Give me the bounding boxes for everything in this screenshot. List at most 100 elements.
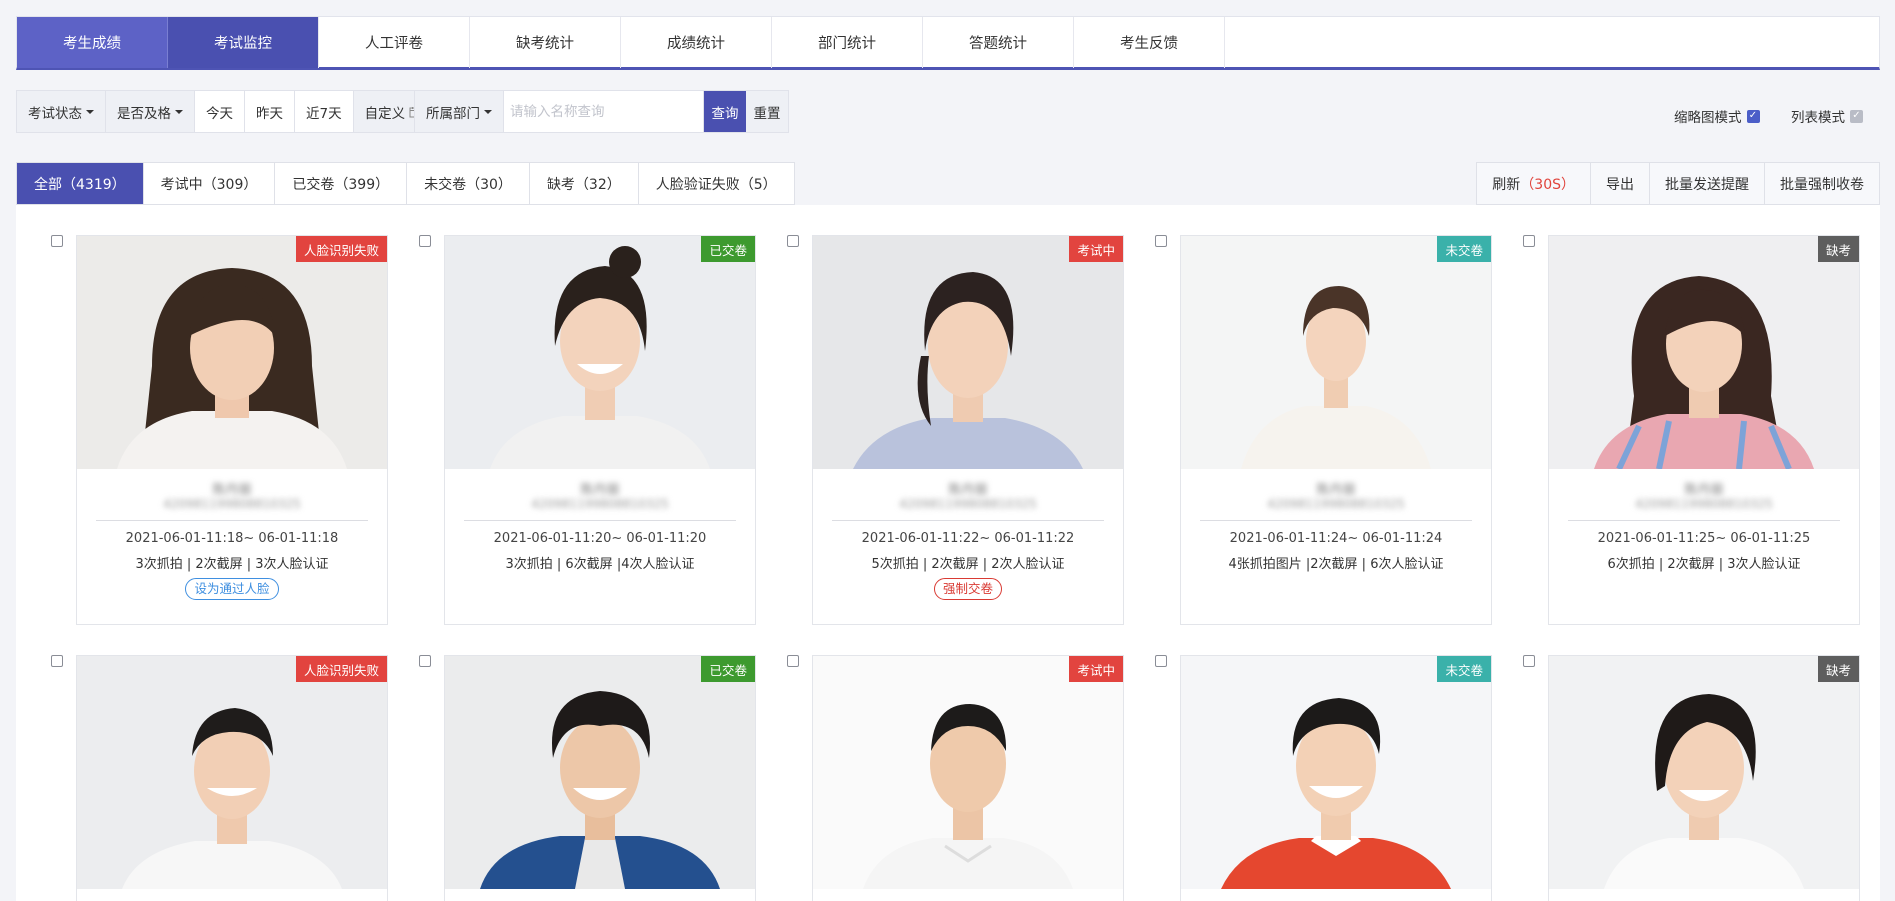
caret-down-icon (484, 109, 492, 114)
status-tab-face-failed[interactable]: 人脸验证失败（5） (639, 163, 794, 204)
status-badge: 已交卷 (701, 236, 755, 262)
tab-student-scores[interactable]: 考生成绩 (17, 17, 168, 68)
caret-down-icon (175, 109, 183, 114)
approve-face-button[interactable]: 设为通过人脸 (185, 578, 279, 600)
student-id: 420981199808810325 (1267, 497, 1405, 511)
student-name: 陈丹丽 (948, 483, 988, 498)
student-photo: 已交卷 (445, 236, 755, 469)
tab-absence-stats[interactable]: 缺考统计 (470, 17, 621, 68)
card-checkbox[interactable] (1523, 235, 1535, 247)
yesterday-button[interactable]: 昨天 (245, 91, 295, 132)
student-card[interactable]: 缺考 陈丹丽 420981199808810325 2021-06-01-11:… (1548, 235, 1860, 625)
checkbox-checked-icon: ✓ (1746, 109, 1760, 123)
department-label: 所属部门 (426, 105, 480, 122)
pass-label: 是否及格 (117, 105, 171, 122)
student-id: 420981199808810325 (531, 497, 669, 511)
custom-date-label: 自定义 (364, 105, 406, 122)
divider (1200, 520, 1472, 521)
student-card[interactable]: 已交卷 陈丹丽 420981199808810325 2021-06-01-11… (444, 235, 756, 625)
exam-time: 2021-06-01-11:20~ 06-01-11:20 (493, 531, 707, 546)
list-mode-label: 列表模式 (1791, 110, 1845, 126)
monitor-stats: 5次抓拍 | 2次截屏 | 2次人脸认证 (871, 557, 1065, 572)
student-card[interactable]: 考试中 (812, 655, 1124, 901)
export-button[interactable]: 导出 (1591, 163, 1650, 204)
tab-answer-stats[interactable]: 答题统计 (923, 17, 1074, 68)
student-card[interactable]: 人脸识别失败 (76, 655, 388, 901)
reset-button[interactable]: 重置 (746, 91, 788, 132)
refresh-label: 刷新 (1492, 176, 1521, 193)
student-name: 陈丹丽 (212, 483, 252, 498)
divider (1568, 520, 1840, 521)
caret-down-icon (86, 109, 94, 114)
card-checkbox[interactable] (1523, 655, 1535, 667)
batch-remind-button[interactable]: 批量发送提醒 (1650, 163, 1765, 204)
student-photo: 缺考 (1549, 656, 1859, 889)
divider (832, 520, 1104, 521)
thumbnail-mode-toggle[interactable]: 缩略图模式 ✓ (1674, 106, 1760, 126)
status-badge: 考试中 (1069, 236, 1123, 262)
status-badge: 人脸识别失败 (295, 236, 387, 262)
card-checkbox[interactable] (1155, 235, 1167, 247)
status-badge: 缺考 (1817, 656, 1859, 682)
status-tab-not-submitted[interactable]: 未交卷（30） (407, 163, 530, 204)
exam-time: 2021-06-01-11:22~ 06-01-11:22 (861, 531, 1075, 546)
top-tab-bar: 考生成绩 考试监控 人工评卷 缺考统计 成绩统计 部门统计 答题统计 考生反馈 (16, 16, 1880, 70)
tab-manual-grading[interactable]: 人工评卷 (319, 17, 470, 68)
action-bar: 刷新 （30S） 导出 批量发送提醒 批量强制收卷 (1476, 162, 1880, 205)
pass-dropdown[interactable]: 是否及格 (106, 91, 194, 132)
student-photo: 未交卷 (1181, 656, 1491, 889)
force-submit-button[interactable]: 强制交卷 (933, 578, 1002, 600)
status-badge: 未交卷 (1437, 236, 1491, 262)
student-photo: 人脸识别失败 (77, 656, 387, 889)
date-filter-group: 今天 昨天 近7天 自定义 (194, 90, 434, 133)
exam-time: 2021-06-01-11:25~ 06-01-11:25 (1597, 531, 1811, 546)
monitor-stats: 3次抓拍 | 2次截屏 | 3次人脸认证 (135, 557, 329, 572)
student-photo: 考试中 (813, 656, 1123, 889)
monitor-stats: 4张抓拍图片 |2次截屏 | 6次人脸认证 (1228, 557, 1444, 572)
status-tab-in-exam[interactable]: 考试中（309） (144, 163, 276, 204)
monitor-stats: 6次抓拍 | 2次截屏 | 3次人脸认证 (1607, 557, 1801, 572)
student-card[interactable]: 未交卷 (1180, 655, 1492, 901)
student-card[interactable]: 已交卷 (444, 655, 756, 901)
today-button[interactable]: 今天 (195, 91, 245, 132)
tab-exam-monitor[interactable]: 考试监控 (168, 17, 319, 68)
student-id: 420981199808810325 (163, 497, 301, 511)
card-checkbox[interactable] (787, 655, 799, 667)
refresh-countdown: （30S） (1520, 176, 1575, 193)
card-checkbox[interactable] (787, 235, 799, 247)
student-card[interactable]: 人脸识别失败 陈丹丽 420981199808810325 2021-06-01… (76, 235, 388, 625)
card-checkbox[interactable] (419, 655, 431, 667)
card-checkbox[interactable] (1155, 655, 1167, 667)
status-filter-group: 考试状态 是否及格 (16, 90, 195, 133)
student-card[interactable]: 未交卷 陈丹丽 420981199808810325 2021-06-01-11… (1180, 235, 1492, 625)
status-tab-submitted[interactable]: 已交卷（399） (275, 163, 408, 204)
refresh-button[interactable]: 刷新 （30S） (1477, 163, 1591, 204)
card-checkbox[interactable] (51, 655, 63, 667)
student-photo: 缺考 (1549, 236, 1859, 469)
student-photo: 已交卷 (445, 656, 755, 889)
card-checkbox[interactable] (419, 235, 431, 247)
student-photo: 人脸识别失败 (77, 236, 387, 469)
tab-feedback[interactable]: 考生反馈 (1074, 17, 1225, 68)
card-checkbox[interactable] (51, 235, 63, 247)
status-badge: 未交卷 (1437, 656, 1491, 682)
thumbnail-mode-label: 缩略图模式 (1674, 110, 1742, 126)
student-photo: 未交卷 (1181, 236, 1491, 469)
status-tab-all[interactable]: 全部（4319） (17, 163, 144, 204)
status-badge: 缺考 (1817, 236, 1859, 262)
student-card-grid: 人脸识别失败 陈丹丽 420981199808810325 2021-06-01… (16, 205, 1880, 901)
tab-score-stats[interactable]: 成绩统计 (621, 17, 772, 68)
query-button[interactable]: 查询 (704, 91, 746, 132)
checkbox-icon: ✓ (1850, 109, 1863, 123)
student-card[interactable]: 考试中 陈丹丽 420981199808810325 2021-06-01-11… (812, 235, 1124, 625)
status-badge: 人脸识别失败 (295, 656, 387, 682)
status-tab-absent[interactable]: 缺考（32） (530, 163, 639, 204)
list-mode-toggle[interactable]: 列表模式 ✓ (1791, 106, 1863, 126)
last-7-days-button[interactable]: 近7天 (295, 91, 354, 132)
tab-department-stats[interactable]: 部门统计 (772, 17, 923, 68)
search-input[interactable] (504, 91, 704, 132)
exam-status-dropdown[interactable]: 考试状态 (17, 91, 106, 132)
batch-collect-button[interactable]: 批量强制收卷 (1765, 163, 1879, 204)
student-card[interactable]: 缺考 (1548, 655, 1860, 901)
department-dropdown[interactable]: 所属部门 (415, 91, 504, 132)
